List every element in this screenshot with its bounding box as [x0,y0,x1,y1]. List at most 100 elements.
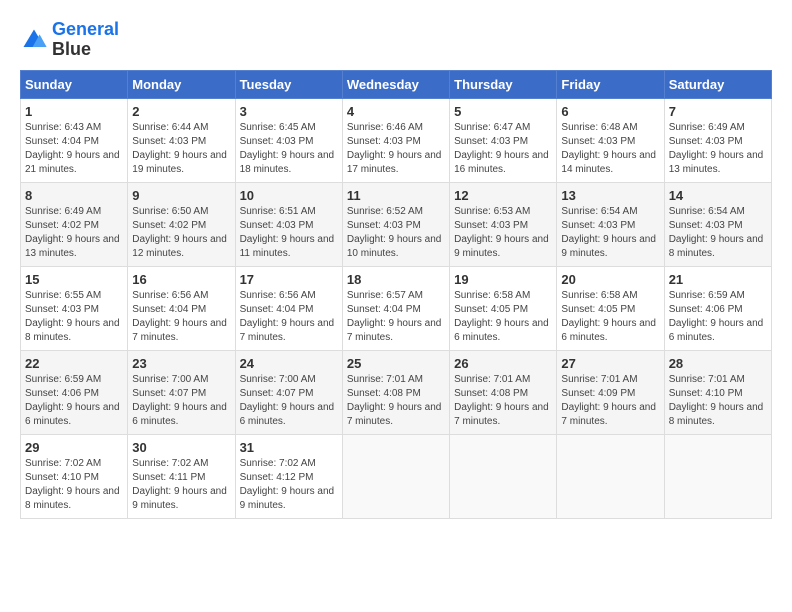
day-info: Sunrise: 6:51 AMSunset: 4:03 PMDaylight:… [240,206,335,259]
calendar-cell: 12 Sunrise: 6:53 AMSunset: 4:03 PMDaylig… [450,182,557,266]
calendar-cell: 8 Sunrise: 6:49 AMSunset: 4:02 PMDayligh… [21,182,128,266]
logo-icon [20,26,48,54]
calendar-cell: 24 Sunrise: 7:00 AMSunset: 4:07 PMDaylig… [235,350,342,434]
day-info: Sunrise: 6:44 AMSunset: 4:03 PMDaylight:… [132,122,227,175]
calendar-cell [664,434,771,518]
calendar-cell: 25 Sunrise: 7:01 AMSunset: 4:08 PMDaylig… [342,350,449,434]
calendar-cell: 2 Sunrise: 6:44 AMSunset: 4:03 PMDayligh… [128,98,235,182]
day-info: Sunrise: 6:49 AMSunset: 4:02 PMDaylight:… [25,206,120,259]
day-info: Sunrise: 7:01 AMSunset: 4:08 PMDaylight:… [347,374,442,427]
calendar-cell: 14 Sunrise: 6:54 AMSunset: 4:03 PMDaylig… [664,182,771,266]
logo-text: General Blue [52,20,119,60]
day-number: 29 [25,440,123,455]
day-number: 1 [25,104,123,119]
day-info: Sunrise: 6:56 AMSunset: 4:04 PMDaylight:… [240,290,335,343]
calendar-cell: 23 Sunrise: 7:00 AMSunset: 4:07 PMDaylig… [128,350,235,434]
header-day-saturday: Saturday [664,70,771,98]
day-number: 5 [454,104,552,119]
day-info: Sunrise: 6:45 AMSunset: 4:03 PMDaylight:… [240,122,335,175]
day-info: Sunrise: 6:56 AMSunset: 4:04 PMDaylight:… [132,290,227,343]
day-number: 27 [561,356,659,371]
day-info: Sunrise: 6:54 AMSunset: 4:03 PMDaylight:… [561,206,656,259]
day-info: Sunrise: 6:52 AMSunset: 4:03 PMDaylight:… [347,206,442,259]
calendar-cell: 11 Sunrise: 6:52 AMSunset: 4:03 PMDaylig… [342,182,449,266]
day-number: 3 [240,104,338,119]
day-number: 26 [454,356,552,371]
day-number: 13 [561,188,659,203]
day-info: Sunrise: 6:55 AMSunset: 4:03 PMDaylight:… [25,290,120,343]
logo: General Blue [20,20,119,60]
calendar-cell: 3 Sunrise: 6:45 AMSunset: 4:03 PMDayligh… [235,98,342,182]
day-info: Sunrise: 6:47 AMSunset: 4:03 PMDaylight:… [454,122,549,175]
day-info: Sunrise: 6:58 AMSunset: 4:05 PMDaylight:… [454,290,549,343]
day-info: Sunrise: 6:59 AMSunset: 4:06 PMDaylight:… [25,374,120,427]
day-number: 22 [25,356,123,371]
day-number: 24 [240,356,338,371]
page-header: General Blue [20,20,772,60]
day-info: Sunrise: 7:01 AMSunset: 4:08 PMDaylight:… [454,374,549,427]
calendar-cell: 15 Sunrise: 6:55 AMSunset: 4:03 PMDaylig… [21,266,128,350]
header-day-tuesday: Tuesday [235,70,342,98]
header-day-monday: Monday [128,70,235,98]
calendar-cell: 21 Sunrise: 6:59 AMSunset: 4:06 PMDaylig… [664,266,771,350]
day-number: 6 [561,104,659,119]
day-info: Sunrise: 6:59 AMSunset: 4:06 PMDaylight:… [669,290,764,343]
day-info: Sunrise: 6:48 AMSunset: 4:03 PMDaylight:… [561,122,656,175]
day-number: 11 [347,188,445,203]
week-row-1: 1 Sunrise: 6:43 AMSunset: 4:04 PMDayligh… [21,98,772,182]
calendar-cell [342,434,449,518]
day-number: 21 [669,272,767,287]
day-number: 4 [347,104,445,119]
calendar-cell: 4 Sunrise: 6:46 AMSunset: 4:03 PMDayligh… [342,98,449,182]
week-row-5: 29 Sunrise: 7:02 AMSunset: 4:10 PMDaylig… [21,434,772,518]
day-number: 18 [347,272,445,287]
day-info: Sunrise: 7:01 AMSunset: 4:10 PMDaylight:… [669,374,764,427]
day-info: Sunrise: 6:57 AMSunset: 4:04 PMDaylight:… [347,290,442,343]
calendar-cell: 16 Sunrise: 6:56 AMSunset: 4:04 PMDaylig… [128,266,235,350]
calendar-cell: 18 Sunrise: 6:57 AMSunset: 4:04 PMDaylig… [342,266,449,350]
day-number: 19 [454,272,552,287]
calendar-cell: 13 Sunrise: 6:54 AMSunset: 4:03 PMDaylig… [557,182,664,266]
calendar-header: SundayMondayTuesdayWednesdayThursdayFrid… [21,70,772,98]
week-row-3: 15 Sunrise: 6:55 AMSunset: 4:03 PMDaylig… [21,266,772,350]
day-info: Sunrise: 6:54 AMSunset: 4:03 PMDaylight:… [669,206,764,259]
day-number: 17 [240,272,338,287]
day-number: 14 [669,188,767,203]
day-number: 15 [25,272,123,287]
day-number: 28 [669,356,767,371]
day-info: Sunrise: 6:53 AMSunset: 4:03 PMDaylight:… [454,206,549,259]
calendar-cell: 20 Sunrise: 6:58 AMSunset: 4:05 PMDaylig… [557,266,664,350]
header-row: SundayMondayTuesdayWednesdayThursdayFrid… [21,70,772,98]
calendar-cell: 6 Sunrise: 6:48 AMSunset: 4:03 PMDayligh… [557,98,664,182]
calendar-cell: 26 Sunrise: 7:01 AMSunset: 4:08 PMDaylig… [450,350,557,434]
calendar-cell: 27 Sunrise: 7:01 AMSunset: 4:09 PMDaylig… [557,350,664,434]
day-number: 16 [132,272,230,287]
day-number: 2 [132,104,230,119]
header-day-thursday: Thursday [450,70,557,98]
calendar-cell: 9 Sunrise: 6:50 AMSunset: 4:02 PMDayligh… [128,182,235,266]
calendar-cell [450,434,557,518]
calendar-cell: 1 Sunrise: 6:43 AMSunset: 4:04 PMDayligh… [21,98,128,182]
day-number: 7 [669,104,767,119]
day-number: 25 [347,356,445,371]
day-info: Sunrise: 7:00 AMSunset: 4:07 PMDaylight:… [132,374,227,427]
calendar-cell: 7 Sunrise: 6:49 AMSunset: 4:03 PMDayligh… [664,98,771,182]
day-number: 23 [132,356,230,371]
day-number: 9 [132,188,230,203]
calendar-cell: 22 Sunrise: 6:59 AMSunset: 4:06 PMDaylig… [21,350,128,434]
calendar-table: SundayMondayTuesdayWednesdayThursdayFrid… [20,70,772,519]
calendar-cell: 19 Sunrise: 6:58 AMSunset: 4:05 PMDaylig… [450,266,557,350]
header-day-friday: Friday [557,70,664,98]
calendar-cell [557,434,664,518]
calendar-cell: 10 Sunrise: 6:51 AMSunset: 4:03 PMDaylig… [235,182,342,266]
day-info: Sunrise: 7:02 AMSunset: 4:12 PMDaylight:… [240,458,335,511]
day-number: 10 [240,188,338,203]
day-info: Sunrise: 6:46 AMSunset: 4:03 PMDaylight:… [347,122,442,175]
calendar-cell: 29 Sunrise: 7:02 AMSunset: 4:10 PMDaylig… [21,434,128,518]
day-info: Sunrise: 6:58 AMSunset: 4:05 PMDaylight:… [561,290,656,343]
header-day-sunday: Sunday [21,70,128,98]
calendar-cell: 5 Sunrise: 6:47 AMSunset: 4:03 PMDayligh… [450,98,557,182]
week-row-2: 8 Sunrise: 6:49 AMSunset: 4:02 PMDayligh… [21,182,772,266]
calendar-body: 1 Sunrise: 6:43 AMSunset: 4:04 PMDayligh… [21,98,772,518]
calendar-cell: 30 Sunrise: 7:02 AMSunset: 4:11 PMDaylig… [128,434,235,518]
